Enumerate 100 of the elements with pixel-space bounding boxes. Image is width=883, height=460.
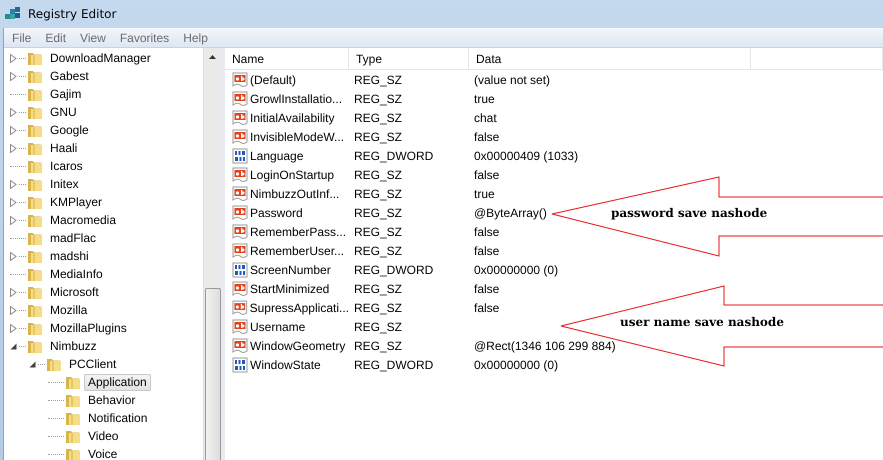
scroll-thumb[interactable] [205, 288, 221, 460]
menu-item[interactable]: File [4, 30, 38, 44]
value-name[interactable]: Language [250, 148, 304, 162]
string-value-icon [232, 300, 248, 316]
tree-item[interactable]: MediaInfo [46, 266, 107, 282]
tree-item[interactable]: Icaros [46, 158, 87, 174]
tree-item[interactable]: Initex [46, 176, 83, 192]
folder-icon [27, 284, 43, 300]
value-name[interactable]: Password [250, 206, 303, 220]
tree-item[interactable]: DownloadManager [46, 50, 155, 66]
binary-value-icon [232, 148, 248, 164]
value-data: (value not set) [474, 72, 550, 86]
value-data: true [474, 186, 495, 200]
value-data: 0x00000409 (1033) [474, 148, 578, 162]
callout-text: user name save nashode [620, 315, 784, 329]
string-value-icon [232, 72, 248, 88]
scroll-bar[interactable] [203, 48, 221, 460]
folder-icon [46, 356, 62, 372]
value-name[interactable]: RememberPass... [250, 224, 346, 238]
folder-icon [65, 428, 81, 444]
tree-item[interactable]: Gajim [46, 86, 86, 102]
collapse-arrow-icon[interactable] [29, 360, 36, 368]
value-type: REG_DWORD [353, 358, 434, 372]
expand-arrow-icon[interactable] [10, 252, 17, 260]
value-name[interactable]: WindowGeometry [250, 338, 346, 352]
value-name[interactable]: SupressApplicati... [250, 300, 349, 314]
value-data: false [474, 130, 500, 144]
column-header[interactable]: Data [469, 48, 751, 69]
tree-item[interactable]: Microsoft [46, 284, 103, 300]
value-name[interactable]: InvisibleModeW... [250, 130, 344, 144]
string-value-icon [232, 166, 248, 182]
folder-icon [27, 302, 43, 318]
value-data: 0x00000000 (0) [474, 262, 558, 276]
string-value-icon [232, 318, 248, 334]
value-data: false [474, 282, 500, 296]
menu-item[interactable]: Help [175, 30, 214, 44]
value-data: @Rect(1346 106 299 884) [474, 338, 616, 352]
value-name[interactable]: RememberUser... [250, 244, 344, 258]
tree-item[interactable]: madshi [46, 248, 93, 264]
tree-item[interactable]: madFlac [46, 230, 100, 246]
scroll-up-icon[interactable] [209, 55, 216, 59]
value-name[interactable]: NimbuzzOutInf... [250, 186, 340, 200]
folder-icon [27, 320, 43, 336]
string-value-icon [232, 338, 248, 354]
value-type: REG_SZ [353, 72, 404, 86]
value-type: REG_DWORD [353, 148, 434, 162]
folder-icon [27, 122, 43, 138]
value-name[interactable]: WindowState [250, 358, 321, 372]
folder-icon [27, 68, 43, 84]
tree-item[interactable]: Google [46, 122, 93, 138]
menu-item[interactable]: View [72, 30, 112, 44]
tree-item[interactable]: Behavior [84, 392, 140, 408]
menu-item[interactable]: Favorites [112, 30, 176, 44]
folder-icon [27, 266, 43, 282]
folder-icon [65, 446, 81, 460]
binary-value-icon [232, 262, 248, 278]
menu-item[interactable]: Edit [37, 30, 72, 44]
value-type: REG_DWORD [353, 262, 434, 276]
column-header[interactable]: Name [225, 48, 349, 69]
tree-item[interactable]: MozillaPlugins [46, 320, 131, 336]
value-name[interactable]: LoginOnStartup [250, 168, 334, 182]
collapse-arrow-icon[interactable] [10, 342, 17, 350]
tree-item[interactable]: Macromedia [46, 212, 120, 228]
value-name[interactable]: GrowlInstallatio... [250, 92, 342, 106]
window-title: Registry Editor [28, 7, 116, 21]
value-data: false [474, 224, 500, 238]
tree-item[interactable]: Voice [84, 446, 122, 460]
tree-item[interactable]: PCClient [65, 356, 120, 372]
tree-item[interactable]: Video [84, 428, 122, 444]
string-value-icon [232, 128, 248, 144]
string-value-icon [232, 224, 248, 240]
string-value-icon [232, 280, 248, 296]
value-data: false [474, 168, 500, 182]
value-name[interactable]: (Default) [250, 72, 296, 86]
value-name[interactable]: Username [250, 320, 306, 334]
value-data: @ByteArray() [474, 206, 547, 220]
value-type: REG_SZ [353, 168, 404, 182]
tree-item[interactable]: Application [84, 374, 151, 390]
folder-icon [27, 50, 43, 66]
tree-item[interactable]: GNU [46, 104, 81, 120]
folder-icon [65, 392, 81, 408]
tree-item[interactable]: Mozilla [46, 302, 92, 318]
value-name[interactable]: InitialAvailability [250, 110, 334, 124]
value-type: REG_SZ [353, 282, 404, 296]
folder-icon [65, 374, 81, 390]
value-name[interactable]: StartMinimized [250, 282, 330, 296]
column-header[interactable]: Type [349, 48, 469, 69]
value-name[interactable]: ScreenNumber [250, 262, 331, 276]
tree-item[interactable]: Haali [46, 140, 82, 156]
value-type: REG_SZ [353, 244, 404, 258]
registry-cubes-icon [4, 6, 22, 22]
value-data: 0x00000000 (0) [474, 358, 558, 372]
value-data: chat [474, 110, 497, 124]
value-type: REG_SZ [353, 186, 404, 200]
folder-icon [27, 176, 43, 192]
tree-item[interactable]: Nimbuzz [46, 338, 101, 354]
tree-item[interactable]: KMPlayer [46, 194, 106, 210]
tree-item[interactable]: Notification [84, 410, 152, 426]
tree-item[interactable]: Gabest [46, 68, 93, 84]
string-value-icon [232, 90, 248, 106]
